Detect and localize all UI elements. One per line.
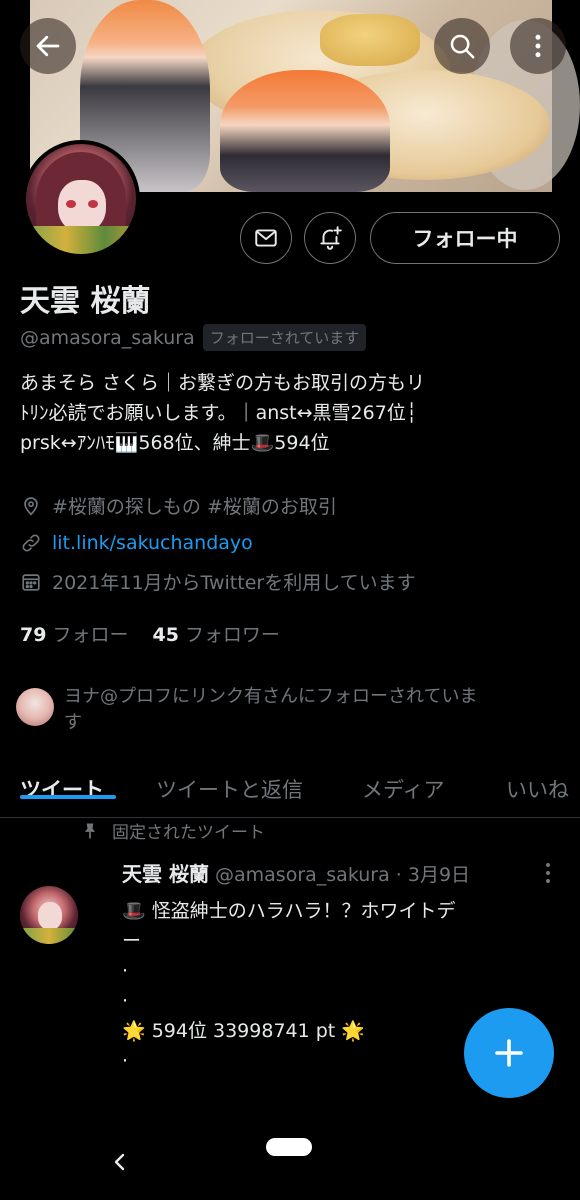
tweet-author-meta: @amasora_sakura · 3月9日	[215, 864, 471, 886]
back-button[interactable]	[20, 18, 76, 74]
compose-tweet-button[interactable]	[464, 1008, 554, 1098]
profile-avatar[interactable]	[22, 140, 140, 258]
tweet-header: 天雲 桜蘭 @amasora_sakura · 3月9日	[122, 858, 470, 887]
profile-tabs: ツイート ツイートと返信 メディア いいね	[0, 762, 580, 818]
more-vertical-icon	[535, 34, 541, 58]
calendar-icon	[22, 573, 40, 591]
search-button[interactable]	[434, 18, 490, 74]
mail-icon	[255, 229, 277, 247]
profile-handle: @amasora_sakura	[20, 326, 195, 349]
location-text: #桜蘭の探しもの #桜蘭のお取引	[52, 496, 337, 518]
profile-name: 天雲 桜蘭	[20, 284, 151, 319]
tab-likes[interactable]: いいね	[506, 774, 569, 804]
nav-back-icon[interactable]	[108, 1150, 132, 1174]
profile-bio: あまそら さくら｜お繋ぎの方もお取引の方もリ ﾄﾘﾝ必読でお願いします。｜ans…	[20, 368, 560, 458]
tab-media[interactable]: メディア	[362, 774, 445, 804]
search-icon	[450, 34, 475, 59]
followers-count: 45	[152, 624, 179, 646]
location-pin-icon	[24, 496, 38, 515]
tweet-line: 🎩 怪盗紳士のハラハラ！？ホワイトデ	[122, 900, 456, 922]
plus-icon	[495, 1039, 523, 1067]
profile-location: #桜蘭の探しもの #桜蘭のお取引	[20, 492, 337, 519]
pinned-indicator: 固定されたツイート	[80, 818, 265, 843]
follow-counts: 79 フォロー 45 フォロワー	[20, 620, 280, 647]
pin-icon	[85, 823, 95, 838]
followed-by[interactable]: ヨナ@プロフにリンク有さんにフォローされていま す	[16, 684, 564, 736]
link-icon	[22, 534, 40, 552]
arrow-left-icon	[36, 35, 60, 57]
profile-joined: 2021年11月からTwitterを利用しています	[20, 568, 416, 595]
tweet-more-icon[interactable]	[538, 860, 558, 886]
followers-label: フォロワー	[184, 624, 280, 646]
following-count: 79	[20, 624, 47, 646]
handle-row: @amasora_sakura フォローされています	[20, 324, 367, 351]
active-tab-indicator	[20, 795, 116, 799]
followed-by-line: ヨナ@プロフにリンク有さんにフォローされていま	[64, 686, 478, 707]
tab-tweets-replies[interactable]: ツイートと返信	[156, 774, 303, 804]
notifications-button[interactable]	[304, 212, 356, 264]
bio-line: あまそら さくら｜お繋ぎの方もお取引の方もリ	[20, 372, 426, 394]
followers-count-link[interactable]: 45 フォロワー	[152, 620, 279, 647]
following-button[interactable]: フォロー中	[370, 212, 560, 264]
follower-avatar	[16, 688, 54, 726]
pinned-label: 固定されたツイート	[112, 823, 265, 843]
bell-plus-icon	[320, 226, 342, 250]
home-gesture-pill[interactable]	[266, 1138, 312, 1156]
more-button[interactable]	[510, 18, 566, 74]
tab-tweets[interactable]: ツイート	[20, 774, 104, 804]
system-navigation-bar	[0, 1124, 580, 1200]
tweet-author-avatar[interactable]	[20, 886, 78, 944]
followed-by-line: す	[64, 712, 82, 733]
profile-link[interactable]: lit.link/sakuchandayo	[20, 532, 253, 554]
bio-line: prsk↔ｱﾝﾊﾓ🎹568位、紳士🎩594位	[20, 432, 330, 454]
message-button[interactable]	[240, 212, 292, 264]
link-text[interactable]: lit.link/sakuchandayo	[52, 532, 253, 554]
following-label: フォロー	[52, 624, 129, 646]
tweet-line: ー	[122, 930, 142, 952]
tweet-line: ·	[122, 960, 129, 982]
bio-line: ﾄﾘﾝ必読でお願いします。｜anst↔黒雪267位┆	[20, 402, 418, 424]
followed-by-text: ヨナ@プロフにリンク有さんにフォローされていま す	[64, 684, 477, 736]
follows-you-badge: フォローされています	[202, 324, 367, 351]
joined-text: 2021年11月からTwitterを利用しています	[52, 572, 416, 594]
tweet-author-name[interactable]: 天雲 桜蘭	[122, 862, 209, 886]
following-count-link[interactable]: 79 フォロー	[20, 620, 128, 647]
